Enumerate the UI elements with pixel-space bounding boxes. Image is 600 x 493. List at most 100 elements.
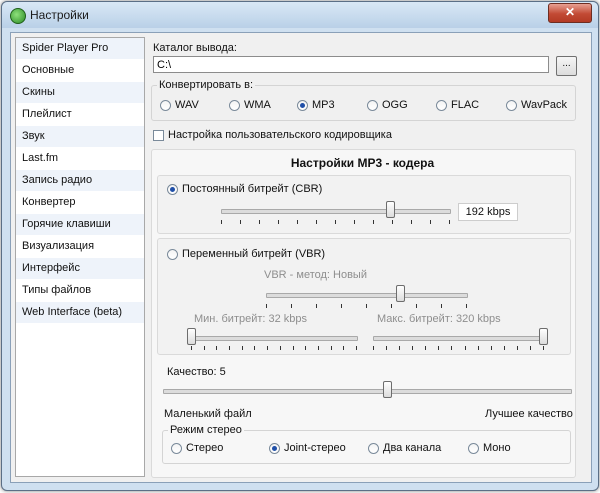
cbr-radio[interactable]: Постоянный битрейт (CBR) xyxy=(167,183,322,195)
quality-label: Качество: 5 xyxy=(167,366,226,378)
slider-tick xyxy=(412,346,414,350)
output-dir-input[interactable] xyxy=(153,56,549,73)
settings-content: Spider Player Pro Основные Скины Плейлис… xyxy=(10,32,592,483)
radio-indicator xyxy=(160,99,171,111)
slider-tick xyxy=(477,346,479,350)
vbr-method-ticks xyxy=(266,304,467,309)
slider-tick xyxy=(343,346,345,350)
slider-tick xyxy=(330,346,332,350)
convert-format-legend: Конвертировать в: xyxy=(159,79,254,91)
slider-tick xyxy=(366,304,367,308)
slider-tick xyxy=(278,220,279,224)
radio-indicator xyxy=(171,442,182,454)
slider-tick xyxy=(391,304,392,308)
slider-tick xyxy=(354,220,355,224)
cbr-bitrate-slider[interactable] xyxy=(385,201,395,218)
vbr-max-label: Макс. битрейт: 320 kbps xyxy=(377,313,501,325)
slider-tick xyxy=(317,346,319,350)
slider-tick xyxy=(516,346,518,350)
stereo-mode-legend: Режим стерео xyxy=(170,424,242,436)
slider-tick xyxy=(240,220,241,224)
format-option-flac[interactable]: FLAC xyxy=(436,99,479,111)
slider-tick xyxy=(335,220,336,224)
sidebar-item-interface[interactable]: Интерфейс xyxy=(16,258,144,280)
quality-min-label: Маленький файл xyxy=(164,408,252,420)
slider-tick xyxy=(279,346,281,350)
format-option-mp3[interactable]: MP3 xyxy=(297,99,335,111)
cbr-slider-ticks xyxy=(221,220,450,225)
slider-tick xyxy=(216,346,218,350)
slider-tick xyxy=(503,346,505,350)
sidebar-item-file-types[interactable]: Типы файлов xyxy=(16,280,144,302)
stereo-option-dual[interactable]: Два канала xyxy=(368,442,441,454)
vbr-min-slider[interactable] xyxy=(187,328,196,345)
slider-tick xyxy=(543,346,544,350)
sidebar-item-skins[interactable]: Скины xyxy=(16,82,144,104)
radio-indicator xyxy=(297,99,308,111)
vbr-radio-indicator xyxy=(167,248,178,260)
slider-tick xyxy=(229,346,231,350)
quality-track xyxy=(163,389,572,394)
slider-tick xyxy=(490,346,492,350)
settings-window: Настройки ✕ Spider Player Pro Основные С… xyxy=(1,1,599,491)
sidebar-item-web-interface[interactable]: Web Interface (beta) xyxy=(16,302,144,324)
sidebar-item-hotkeys[interactable]: Горячие клавиши xyxy=(16,214,144,236)
sidebar-item-converter[interactable]: Конвертер xyxy=(16,192,144,214)
mp3-encoder-title: Настройки MP3 - кодера xyxy=(290,156,435,170)
browse-button[interactable]: ... xyxy=(556,56,577,76)
slider-tick xyxy=(438,346,440,350)
slider-tick xyxy=(451,346,453,350)
slider-tick xyxy=(203,346,205,350)
window-title: Настройки xyxy=(30,8,89,22)
quality-slider[interactable] xyxy=(382,381,392,398)
radio-indicator xyxy=(229,99,240,111)
sidebar-item-lastfm[interactable]: Last.fm xyxy=(16,148,144,170)
slider-tick xyxy=(291,304,292,308)
sidebar-item-playlist[interactable]: Плейлист xyxy=(16,104,144,126)
sidebar-item-radio-recording[interactable]: Запись радио xyxy=(16,170,144,192)
slider-tick xyxy=(466,304,467,308)
sidebar-item-spider-player-pro[interactable]: Spider Player Pro xyxy=(16,38,144,60)
close-button[interactable]: ✕ xyxy=(548,3,592,23)
radio-indicator xyxy=(269,442,280,454)
slider-tick xyxy=(254,346,256,350)
stereo-option-joint[interactable]: Joint-стерео xyxy=(269,442,346,454)
settings-sidebar: Spider Player Pro Основные Скины Плейлис… xyxy=(15,37,145,477)
stereo-option-stereo[interactable]: Стерео xyxy=(171,442,223,454)
slider-tick xyxy=(316,220,317,224)
radio-indicator xyxy=(436,99,447,111)
sidebar-item-sound[interactable]: Звук xyxy=(16,126,144,148)
cbr-slider-track xyxy=(221,209,451,214)
format-option-ogg[interactable]: OGG xyxy=(367,99,408,111)
vbr-max-track xyxy=(373,336,545,341)
slider-tick xyxy=(316,304,317,308)
slider-tick xyxy=(449,220,450,224)
vbr-method-track xyxy=(266,293,468,298)
format-option-wav[interactable]: WAV xyxy=(160,99,199,111)
slider-tick xyxy=(297,220,298,224)
vbr-method-label: VBR - метод: Новый xyxy=(264,269,367,281)
slider-tick xyxy=(266,304,267,308)
format-option-wma[interactable]: WMA xyxy=(229,99,271,111)
sidebar-item-general[interactable]: Основные xyxy=(16,60,144,82)
radio-indicator xyxy=(506,99,517,111)
vbr-max-slider[interactable] xyxy=(539,328,548,345)
slider-tick xyxy=(241,346,243,350)
sidebar-item-visualization[interactable]: Визуализация xyxy=(16,236,144,258)
slider-tick xyxy=(259,220,260,224)
slider-tick xyxy=(392,220,393,224)
custom-encoder-label: Настройка пользовательского кодировщика xyxy=(168,129,392,141)
vbr-radio[interactable]: Переменный битрейт (VBR) xyxy=(167,248,325,260)
custom-encoder-checkbox[interactable] xyxy=(153,130,164,141)
format-option-wavpack[interactable]: WavPack xyxy=(506,99,567,111)
slider-tick xyxy=(416,304,417,308)
slider-tick xyxy=(425,346,427,350)
stereo-option-mono[interactable]: Моно xyxy=(468,442,511,454)
cbr-radio-indicator xyxy=(167,183,178,195)
slider-tick xyxy=(399,346,401,350)
spider-player-app-icon xyxy=(10,8,26,24)
slider-tick xyxy=(529,346,531,350)
vbr-min-ticks xyxy=(191,346,357,351)
vbr-method-slider[interactable] xyxy=(396,285,405,302)
title-bar[interactable]: Настройки ✕ xyxy=(2,2,598,28)
